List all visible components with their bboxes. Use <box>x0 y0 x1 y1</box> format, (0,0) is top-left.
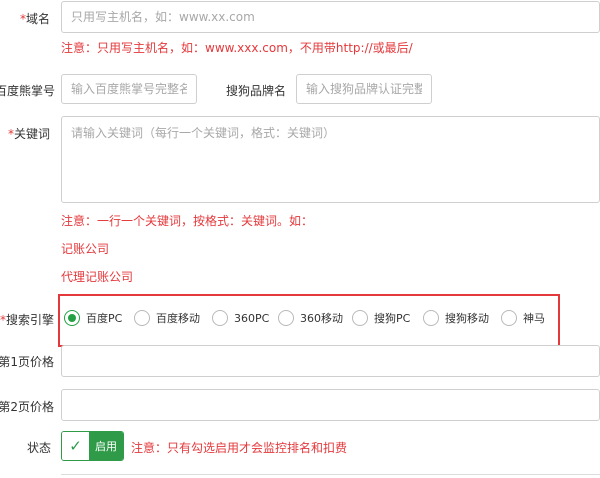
radio-button-checked[interactable] <box>64 310 80 326</box>
radio-label: 搜狗PC <box>374 312 411 325</box>
page2-price-label: 第2页价格 <box>0 400 54 414</box>
radio-button[interactable] <box>423 310 439 326</box>
sogou-brand-input[interactable] <box>296 74 432 104</box>
radio-360-pc[interactable]: 360PC <box>212 307 269 329</box>
bottom-divider <box>61 474 600 478</box>
status-toggle-label: 启用 <box>89 432 123 460</box>
status-label: 状态 <box>26 441 51 455</box>
domain-input[interactable] <box>61 1 600 33</box>
radio-button[interactable] <box>352 310 368 326</box>
keywords-label-text: 关键词 <box>13 127 50 141</box>
keywords-textarea[interactable] <box>61 116 600 203</box>
radio-label: 360移动 <box>300 312 343 325</box>
keywords-example-2: 代理记账公司 <box>61 270 134 284</box>
domain-label: *域名 <box>20 10 50 27</box>
keywords-note: 注意：一行一个关键词，按格式：关键词。如： <box>61 214 314 228</box>
page1-price-input[interactable] <box>61 345 600 377</box>
radio-button[interactable] <box>278 310 294 326</box>
radio-button[interactable] <box>212 310 228 326</box>
domain-label-text: 域名 <box>25 12 50 26</box>
radio-label: 百度PC <box>86 312 123 325</box>
radio-sogou-mobile[interactable]: 搜狗移动 <box>423 307 489 329</box>
page2-price-input[interactable] <box>61 389 600 421</box>
status-toggle[interactable]: ✓ 启用 <box>61 431 124 461</box>
radio-baidu-mobile[interactable]: 百度移动 <box>134 307 200 329</box>
keywords-label: *关键词 <box>8 125 50 142</box>
keywords-example-1: 记账公司 <box>61 242 110 256</box>
radio-sogou-pc[interactable]: 搜狗PC <box>352 307 410 329</box>
search-engine-label: *搜索引擎 <box>0 311 54 328</box>
radio-shenma[interactable]: 神马 <box>501 307 545 329</box>
radio-label: 神马 <box>523 312 545 325</box>
radio-label: 百度移动 <box>156 312 200 325</box>
search-engine-label-text: 搜索引擎 <box>5 313 54 327</box>
radio-label: 360PC <box>234 311 270 325</box>
radio-button[interactable] <box>501 310 517 326</box>
sogou-brand-label: 搜狗品牌名 <box>226 84 287 98</box>
radio-label: 搜狗移动 <box>445 312 489 325</box>
checkmark-icon: ✓ <box>62 432 89 460</box>
baidu-account-label: 百度熊掌号 <box>0 84 55 98</box>
page1-price-label: 第1页价格 <box>0 355 54 369</box>
domain-note: 注意：只用写主机名，如：www.xxx.com，不用带http://或最后/ <box>61 41 413 55</box>
status-note: 注意：只有勾选启用才会监控排名和扣费 <box>131 441 348 455</box>
radio-baidu-pc[interactable]: 百度PC <box>64 307 122 329</box>
radio-button[interactable] <box>134 310 150 326</box>
baidu-account-input[interactable] <box>61 74 197 104</box>
radio-360-mobile[interactable]: 360移动 <box>278 307 343 329</box>
